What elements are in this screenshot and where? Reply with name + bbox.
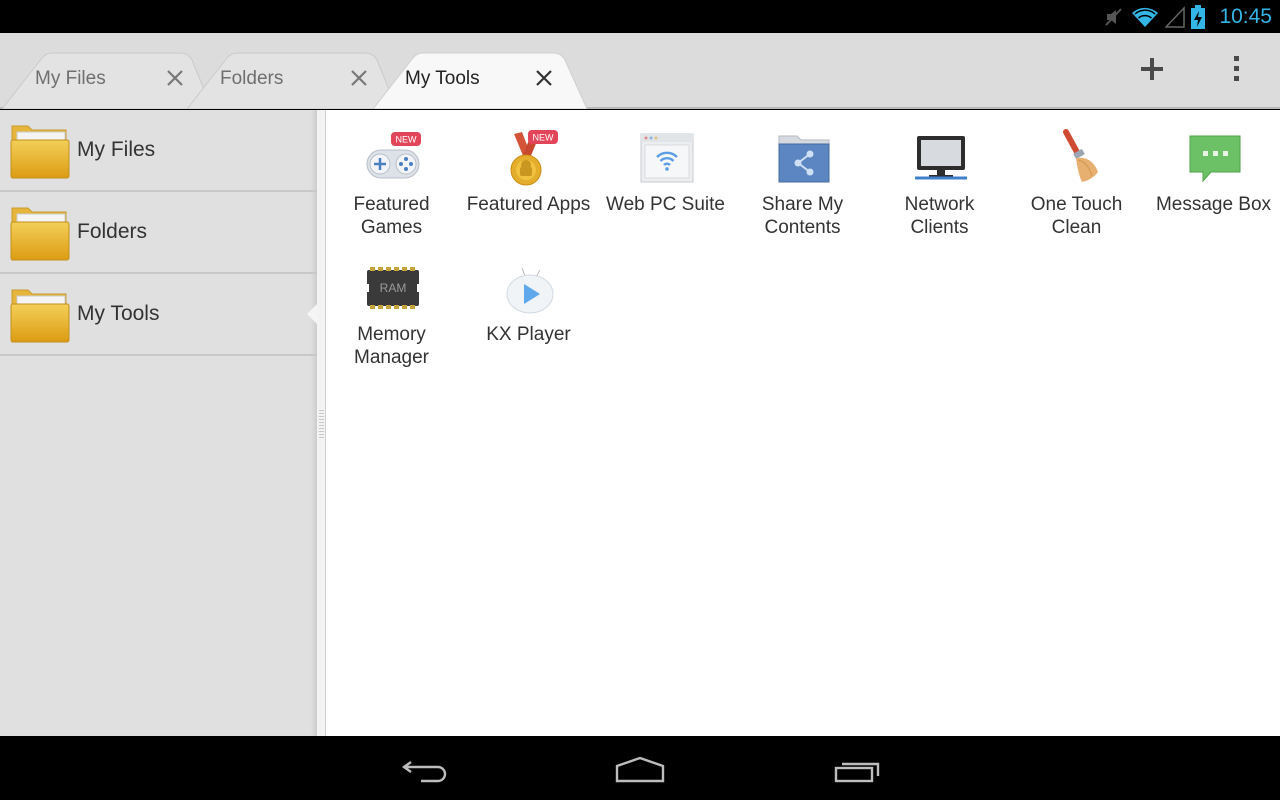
tool-one-touch-clean[interactable]: One Touch Clean <box>1008 118 1145 243</box>
sidebar-item-label: My Files <box>77 138 156 161</box>
tool-label: Featured Games <box>353 194 430 238</box>
tool-label: KX Player <box>486 324 571 345</box>
broom-icon <box>1063 129 1098 182</box>
folder-icon <box>10 207 70 261</box>
folder-icon <box>10 289 70 343</box>
tool-share-my-contents[interactable]: Share My Contents <box>734 118 871 243</box>
overflow-menu-icon <box>1234 56 1239 81</box>
tool-label: Memory Manager <box>354 324 429 368</box>
tab-my-files[interactable]: My Files <box>2 52 212 109</box>
grip-icon <box>319 410 324 438</box>
svg-text:NEW: NEW <box>533 133 555 143</box>
gamepad-icon: NEW <box>366 132 421 179</box>
close-icon[interactable] <box>348 67 370 89</box>
svg-text:RAM: RAM <box>380 281 407 295</box>
tool-featured-apps[interactable]: NEW Featured Apps <box>460 118 597 243</box>
tool-label: One Touch Clean <box>1030 194 1123 238</box>
close-icon[interactable] <box>533 67 555 89</box>
tab-bar: My Files Folders My Tools <box>0 33 1280 109</box>
status-bar: 10:45 <box>0 0 1280 33</box>
tab-folders[interactable]: Folders <box>187 52 397 109</box>
message-icon <box>1189 135 1241 183</box>
cell-signal-icon <box>1165 6 1186 28</box>
share-folder-icon <box>778 135 830 183</box>
navigation-bar <box>0 736 1280 800</box>
back-button[interactable] <box>384 748 464 792</box>
tab-label: My Files <box>35 68 106 89</box>
tool-web-pc-suite[interactable]: Web PC Suite <box>597 118 734 243</box>
folder-icon <box>10 125 70 179</box>
tab-label: My Tools <box>405 68 480 89</box>
sidebar-item-my-tools[interactable]: My Tools <box>0 274 317 356</box>
wifi-icon <box>1132 7 1159 28</box>
mute-icon <box>1105 8 1123 26</box>
player-icon <box>506 267 554 314</box>
recents-button[interactable] <box>818 748 898 792</box>
sidebar-item-label: My Tools <box>77 302 160 325</box>
web-wifi-icon <box>640 133 694 183</box>
tool-kx-player[interactable]: KX Player <box>460 248 597 373</box>
home-icon <box>615 756 665 783</box>
sidebar-item-my-files[interactable]: My Files <box>0 110 317 192</box>
back-icon <box>401 761 447 783</box>
battery-charging-icon <box>1191 5 1206 29</box>
tool-label: Web PC Suite <box>606 194 725 215</box>
overflow-menu-button[interactable] <box>1217 49 1257 89</box>
close-icon[interactable] <box>164 67 186 89</box>
tool-label: Message Box <box>1155 194 1272 215</box>
sidebar-item-label: Folders <box>77 220 148 243</box>
tool-label: Share My Contents <box>761 194 844 238</box>
selection-indicator <box>307 304 317 324</box>
tool-message-box[interactable]: Message Box <box>1145 118 1280 243</box>
medal-icon: NEW <box>510 130 558 186</box>
tool-network-clients[interactable]: Network Clients <box>871 118 1008 243</box>
plus-icon <box>1141 58 1163 80</box>
tool-featured-games[interactable]: NEW Featured Games <box>323 118 460 243</box>
recents-icon <box>834 762 880 783</box>
sidebar: My Files Folders My Tools <box>0 110 317 736</box>
tool-label: Network Clients <box>904 194 975 238</box>
tab-label: Folders <box>220 68 284 89</box>
tools-grid: NEW Featured Games NEW Featured Apps Web … <box>326 110 1280 736</box>
monitor-icon <box>915 136 967 180</box>
home-button[interactable] <box>600 748 680 792</box>
sidebar-item-folders[interactable]: Folders <box>0 192 317 274</box>
add-tab-button[interactable] <box>1132 49 1172 89</box>
tab-my-tools[interactable]: My Tools <box>373 52 588 109</box>
ram-chip-icon: RAM <box>365 267 421 309</box>
svg-text:NEW: NEW <box>396 135 418 145</box>
tool-label: Featured Apps <box>466 194 591 215</box>
clock: 10:45 <box>1219 5 1272 28</box>
tool-memory-manager[interactable]: RAM Memory Manager <box>323 248 460 373</box>
